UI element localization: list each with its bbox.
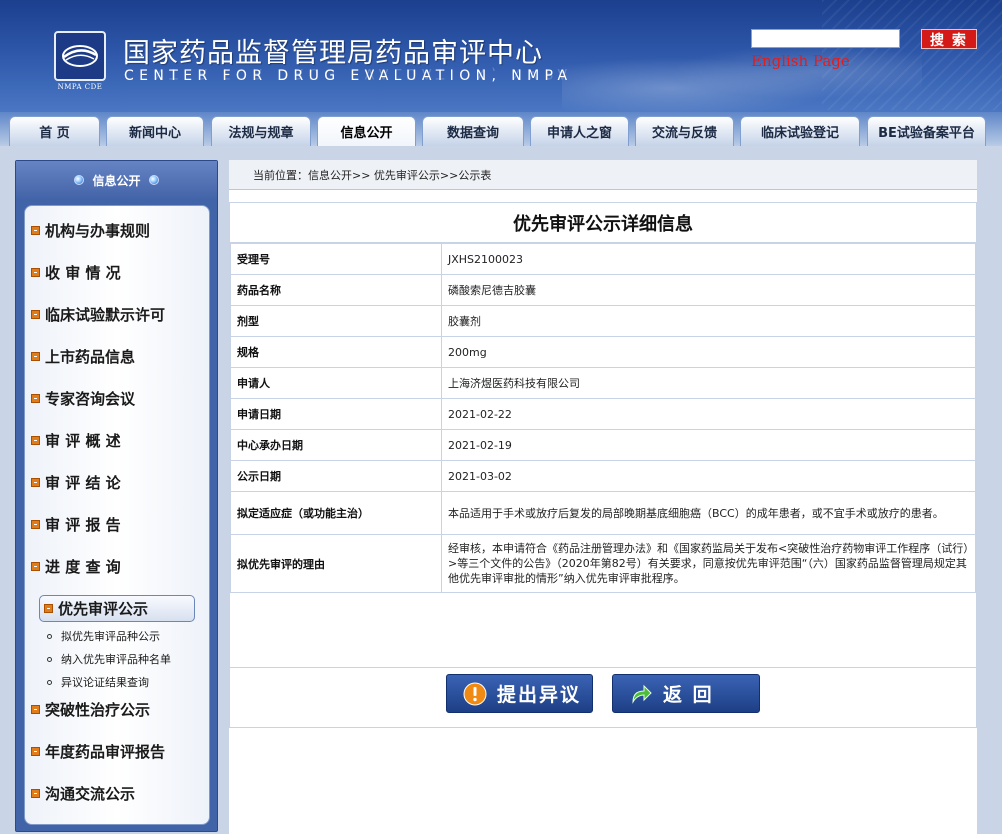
field-value: 胶囊剂 <box>441 305 976 337</box>
sidebar-header: 信息公开 <box>16 161 217 199</box>
submit-objection-label: 提出异议 <box>497 684 582 706</box>
field-value: 2021-03-02 <box>441 460 976 492</box>
menu-item-review-conclusion[interactable]: 审 评 结 论 <box>31 469 203 495</box>
table-row: 拟定适应症（或功能主治） 本品适用于手术或放疗后复发的局部晚期基底细胞癌（BCC）… <box>230 491 976 535</box>
action-bar: 提出异议 返 回 <box>229 668 977 728</box>
back-button[interactable]: 返 回 <box>612 674 760 713</box>
sidebar-menu: 机构与办事规则 收 审 情 况 临床试验默示许可 上市药品信息 专家咨询会议 审… <box>24 205 210 825</box>
rss-bullet-icon <box>31 351 40 361</box>
tab-clinical-trial[interactable]: 临床试验登记 <box>740 116 860 146</box>
tab-applicant-window[interactable]: 申请人之窗 <box>530 116 629 146</box>
circle-bullet-icon <box>47 679 52 685</box>
menu-item-progress-query[interactable]: 进 度 查 询 <box>31 553 203 579</box>
field-value: 上海济煜医药科技有限公司 <box>441 367 976 399</box>
detail-table: 受理号 JXHS2100023 药品名称 磷酸索尼德吉胶囊 剂型 胶囊剂 规格 200m… <box>230 243 976 593</box>
menu-item-rules[interactable]: 机构与办事规则 <box>31 217 203 243</box>
menu-item-communication[interactable]: 沟通交流公示 <box>31 780 203 806</box>
rss-bullet-icon <box>31 393 40 403</box>
table-row: 公示日期 2021-03-02 <box>230 460 976 492</box>
logo-caption: NMPA CDE <box>57 83 103 91</box>
tab-feedback[interactable]: 交流与反馈 <box>635 116 734 146</box>
table-row: 申请日期 2021-02-22 <box>230 398 976 430</box>
circle-bullet-icon <box>47 633 52 639</box>
site-header: NMPA CDE 国家药品监督管理局药品审评中心 CENTER FOR DRUG… <box>0 0 1002 112</box>
tab-news[interactable]: 新闻中心 <box>106 116 204 146</box>
field-value: 经审核，本申请符合《药品注册管理办法》和《国家药监局关于发布<突破性治疗药物审评… <box>441 534 976 593</box>
menu-item-review-report[interactable]: 审 评 报 告 <box>31 511 203 537</box>
menu-item-acceptance[interactable]: 收 审 情 况 <box>31 259 203 285</box>
tab-home[interactable]: 首 页 <box>9 116 100 146</box>
field-label: 申请人 <box>230 367 442 399</box>
sub-item-priority-list[interactable]: 纳入优先审评品种名单 <box>47 650 171 668</box>
rss-bullet-icon <box>31 267 40 277</box>
field-label: 剂型 <box>230 305 442 337</box>
menu-item-annual-report[interactable]: 年度药品审评报告 <box>31 738 203 764</box>
submit-objection-button[interactable]: 提出异议 <box>446 674 593 713</box>
table-row: 药品名称 磷酸索尼德吉胶囊 <box>230 274 976 306</box>
tab-be-trial[interactable]: BE试验备案平台 <box>867 116 986 146</box>
table-row: 拟优先审评的理由 经审核，本申请符合《药品注册管理办法》和《国家药监局关于发布<突… <box>230 534 976 593</box>
field-value: 2021-02-19 <box>441 429 976 461</box>
search-input[interactable] <box>751 29 900 48</box>
return-arrow-icon <box>632 684 652 704</box>
nmpa-emblem-icon <box>54 31 106 81</box>
field-label: 公示日期 <box>230 460 442 492</box>
site-subtitle-reflection: CENTER FOR DRUG EVALUATION, NMPA <box>124 65 573 81</box>
menu-item-marketed-drugs[interactable]: 上市药品信息 <box>31 343 203 369</box>
field-value: 本品适用于手术或放疗后复发的局部晚期基底细胞癌（BCC）的成年患者，或不宜手术或… <box>441 491 976 535</box>
table-row: 中心承办日期 2021-02-19 <box>230 429 976 461</box>
detail-panel: 优先审评公示详细信息 受理号 JXHS2100023 药品名称 磷酸索尼德吉胶囊 剂… <box>229 202 977 668</box>
rss-bullet-icon <box>31 477 40 487</box>
field-value: JXHS2100023 <box>441 243 976 275</box>
back-label: 返 回 <box>663 684 714 706</box>
warning-icon <box>463 682 487 705</box>
table-row: 规格 200mg <box>230 336 976 368</box>
english-page-link[interactable]: English Page <box>751 52 850 70</box>
table-row: 受理号 JXHS2100023 <box>230 243 976 275</box>
field-label: 受理号 <box>230 243 442 275</box>
field-label: 申请日期 <box>230 398 442 430</box>
rss-bullet-icon <box>31 309 40 319</box>
rss-bullet-icon <box>31 519 40 529</box>
search-button[interactable]: 搜 索 <box>921 29 977 49</box>
menu-item-review-overview[interactable]: 审 评 概 述 <box>31 427 203 453</box>
table-row: 申请人 上海济煜医药科技有限公司 <box>230 367 976 399</box>
main-nav: 首 页 新闻中心 法规与规章 信息公开 数据查询 申请人之窗 交流与反馈 临床试… <box>0 112 1002 146</box>
tab-regulations[interactable]: 法规与规章 <box>211 116 311 146</box>
site-logo[interactable]: NMPA CDE <box>54 31 106 91</box>
detail-title: 优先审评公示详细信息 <box>230 203 976 243</box>
field-label: 药品名称 <box>230 274 442 306</box>
sub-item-proposed-priority[interactable]: 拟优先审评品种公示 <box>47 627 160 645</box>
main-content: 当前位置：信息公开>> 优先审评公示>>公示表 优先审评公示详细信息 受理号 JX… <box>229 160 977 834</box>
rss-bullet-icon <box>31 435 40 445</box>
field-label: 中心承办日期 <box>230 429 442 461</box>
field-label: 拟优先审评的理由 <box>230 534 442 593</box>
circle-bullet-icon <box>47 656 52 662</box>
tab-data-query[interactable]: 数据查询 <box>422 116 524 146</box>
field-value: 2021-02-22 <box>441 398 976 430</box>
field-label: 拟定适应症（或功能主治） <box>230 491 442 535</box>
field-value: 200mg <box>441 336 976 368</box>
orb-icon <box>148 175 159 185</box>
sub-item-objection-results[interactable]: 异议论证结果查询 <box>47 673 149 691</box>
menu-item-expert-meeting[interactable]: 专家咨询会议 <box>31 385 203 411</box>
rss-bullet-icon <box>31 225 40 235</box>
field-value: 磷酸索尼德吉胶囊 <box>441 274 976 306</box>
sidebar-title: 信息公开 <box>92 173 141 188</box>
menu-item-breakthrough[interactable]: 突破性治疗公示 <box>31 696 203 722</box>
menu-item-clinical-permit[interactable]: 临床试验默示许可 <box>31 301 203 327</box>
rss-bullet-icon <box>44 604 53 613</box>
rss-bullet-icon <box>31 704 40 714</box>
table-row: 剂型 胶囊剂 <box>230 305 976 337</box>
breadcrumb: 当前位置：信息公开>> 优先审评公示>>公示表 <box>229 160 977 190</box>
rss-bullet-icon <box>31 561 40 571</box>
field-label: 规格 <box>230 336 442 368</box>
menu-item-priority-review[interactable]: 优先审评公示 <box>39 595 195 622</box>
orb-icon <box>74 175 85 185</box>
rss-bullet-icon <box>31 746 40 756</box>
sidebar: 信息公开 机构与办事规则 收 审 情 况 临床试验默示许可 上市药品信息 专家咨… <box>15 160 218 832</box>
rss-bullet-icon <box>31 788 40 798</box>
tab-info-disclosure[interactable]: 信息公开 <box>317 116 416 146</box>
